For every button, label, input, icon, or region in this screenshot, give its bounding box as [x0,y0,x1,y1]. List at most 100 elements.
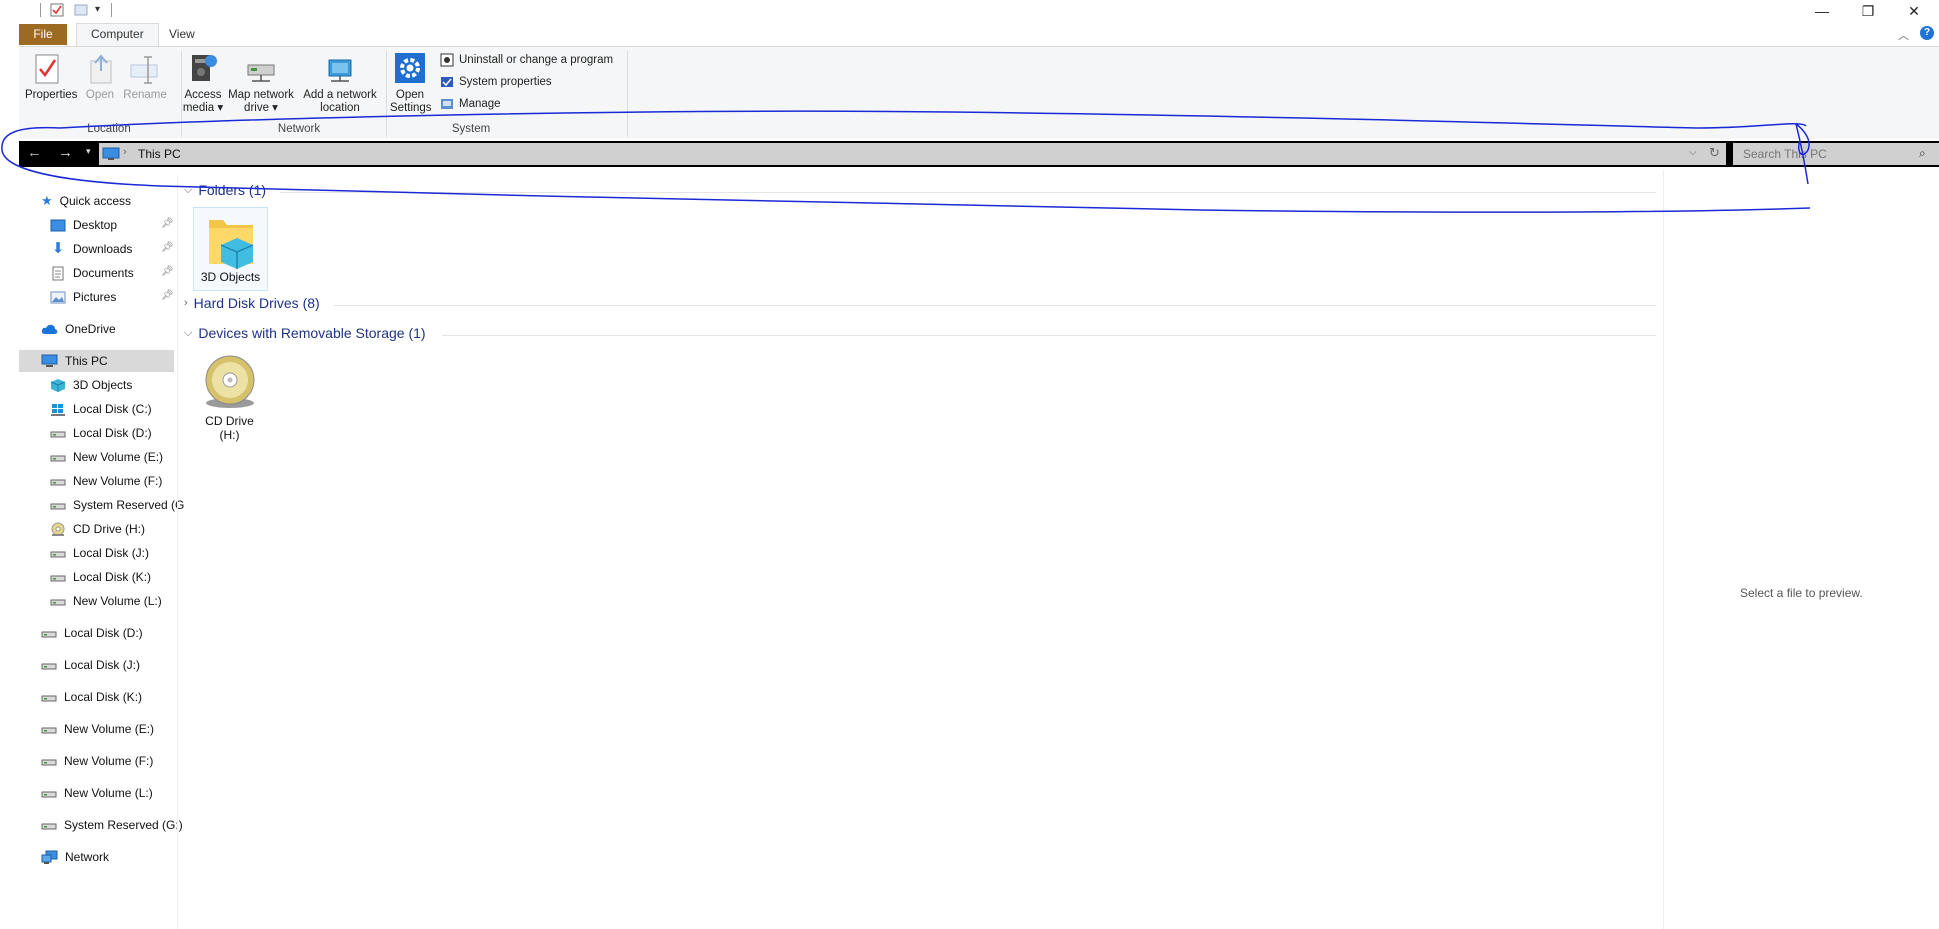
nav-downloads[interactable]: ⬇ Downloads [50,238,133,260]
network-location-icon [328,59,352,82]
tab-computer[interactable]: Computer [76,23,159,46]
nav-label: Documents [73,266,134,280]
search-icon[interactable]: ⌕ [1919,146,1926,161]
pin-icon[interactable]: 📌︎ [161,218,174,229]
uninstall-program-button[interactable]: Uninstall or change a program [440,51,613,69]
properties-button[interactable]: Properties [25,53,78,102]
nav-3d-objects[interactable]: 3D Objects [50,374,132,396]
nav-label: Downloads [73,242,133,256]
title-bar: ▾ — ❐ ✕ [0,0,1939,22]
nav-label: Local Disk (C:) [73,402,152,416]
nav-label: New Volume (L:) [73,594,162,608]
nav-label: This PC [65,354,108,368]
nav-label: Quick access [59,194,132,208]
nav-local-disk-d[interactable]: Local Disk (D:) [50,422,152,444]
hand-drawn-annotation [1,110,1811,213]
nav-label: System Reserved (G [73,498,185,512]
properties-qat-icon[interactable] [50,3,64,17]
network-icon [41,850,58,864]
open-button: Open [81,53,119,102]
breadcrumb-this-pc[interactable]: This PC [138,147,181,161]
collapse-ribbon-icon[interactable]: ︿ [1898,27,1909,43]
refresh-icon[interactable]: ↻ [1709,145,1720,161]
address-bar: ← → ▾ › This PC ⌵ ↻ ⌕ [19,141,1939,167]
nav-drive-g[interactable]: System Reserved (G:) [41,814,183,836]
address-field[interactable]: › This PC ⌵ ↻ [99,143,1726,165]
map-network-drive-button[interactable]: Map network drive ▾ [225,57,297,115]
tab-file[interactable]: File [19,24,67,45]
nav-drive-k[interactable]: Local Disk (K:) [41,686,142,708]
manage-icon [441,99,453,109]
drive-icon [50,455,66,462]
help-icon[interactable]: ? [1920,26,1934,40]
nav-label: Local Disk (D:) [64,626,143,640]
nav-local-disk-j[interactable]: Local Disk (J:) [50,542,149,564]
tile-label: CD Drive [205,414,254,428]
3d-objects-folder-icon [208,220,253,269]
section-divider [334,305,1656,306]
tab-view[interactable]: View [155,24,209,45]
nav-documents[interactable]: Documents [50,262,134,284]
3d-objects-icon [50,378,66,392]
nav-desktop[interactable]: Desktop [50,214,117,236]
uninstall-icon [440,53,454,67]
manage-button[interactable]: Manage [440,95,501,113]
removable-section-header[interactable]: ⌵ Devices with Removable Storage (1) [184,325,426,341]
drive-icon [50,503,66,510]
nav-new-volume-f[interactable]: New Volume (F:) [50,470,162,492]
hdd-section-header[interactable]: › Hard Disk Drives (8) [184,295,320,311]
nav-label: Pictures [73,290,117,304]
properties-label: Properties [25,89,78,101]
drive-icon [50,479,66,486]
drive-icon [41,663,57,670]
nav-quick-access[interactable]: ★ Quick access [41,190,131,212]
open-label: Open [85,89,115,101]
nav-label: Desktop [73,218,118,232]
recent-locations-icon[interactable]: ▾ [86,146,91,157]
forward-arrow-icon[interactable]: → [58,144,73,161]
restore-button[interactable]: ❐ [1845,0,1891,22]
pin-icon[interactable]: 📌︎ [161,242,174,253]
nav-drive-e[interactable]: New Volume (E:) [41,718,154,740]
pin-icon[interactable]: 📌︎ [161,290,174,301]
nav-new-volume-l[interactable]: New Volume (L:) [50,590,162,612]
add-network-location-button[interactable]: Add a network location [300,57,380,115]
nav-cd-drive-h[interactable]: CD Drive (H:) [50,518,145,540]
customize-qat-icon[interactable]: ▾ [95,3,109,17]
nav-local-disk-k[interactable]: Local Disk (K:) [50,566,151,588]
breadcrumb-chevron-icon[interactable]: › [123,146,127,158]
minimize-button[interactable]: — [1799,0,1845,22]
nav-drive-j[interactable]: Local Disk (J:) [41,654,140,676]
nav-new-volume-e[interactable]: New Volume (E:) [50,446,163,468]
open-settings-button[interactable]: Open Settings [390,51,432,115]
nav-drive-d[interactable]: Local Disk (D:) [41,622,143,644]
nav-system-reserved-g[interactable]: System Reserved (G [50,494,184,516]
section-divider [280,192,1656,193]
nav-drive-l[interactable]: New Volume (L:) [41,782,153,804]
nav-onedrive[interactable]: OneDrive [41,318,116,340]
pin-icon[interactable]: 📌︎ [161,266,174,277]
search-box[interactable]: ⌕ [1733,143,1939,165]
system-properties-button[interactable]: System properties [440,73,552,91]
back-arrow-icon[interactable]: ← [27,144,42,161]
qat-separator [111,3,112,17]
chevron-right-icon: › [184,297,188,309]
close-button[interactable]: ✕ [1891,0,1937,22]
new-folder-qat-icon[interactable] [74,3,88,17]
download-arrow-icon: ⬇ [51,240,65,257]
navigation-pane: ★ Quick access Desktop 📌︎ ⬇ Downloads 📌︎… [19,190,184,929]
folders-section-header[interactable]: ⌵ Folders (1) [184,182,266,198]
cd-drive-tile[interactable]: CD Drive (H:) [193,355,266,442]
access-media-button[interactable]: Access media ▾ [182,51,224,115]
nav-label: New Volume (F:) [64,754,154,768]
nav-drive-f[interactable]: New Volume (F:) [41,750,153,772]
qat-separator [40,3,41,17]
search-input[interactable] [1741,143,1915,165]
nav-this-pc[interactable]: This PC [41,350,108,372]
folder-tile-3d-objects[interactable]: 3D Objects [193,207,268,291]
nav-pictures[interactable]: Pictures [50,286,116,308]
nav-network[interactable]: Network [41,846,109,868]
nav-local-disk-c[interactable]: Local Disk (C:) [50,398,152,420]
add-location-label: Add a network [303,89,377,101]
address-dropdown-icon[interactable]: ⌵ [1689,147,1697,158]
